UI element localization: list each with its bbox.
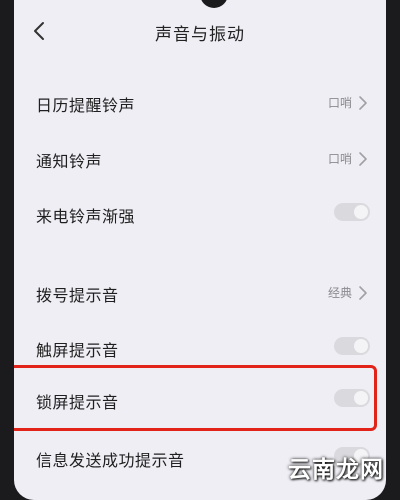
setting-touch-tone: 触屏提示音: [14, 325, 386, 369]
setting-calendar-ringtone[interactable]: 日历提醒铃声 口哨: [14, 80, 386, 124]
setting-label: 信息发送成功提示音: [36, 451, 185, 470]
phone-screen: 声音与振动 日历提醒铃声 口哨 通知铃声 口哨 来电铃声渐强 拨号提示音 经典 …: [14, 0, 386, 500]
chevron-right-icon: [359, 286, 367, 300]
chevron-right-icon: [359, 96, 367, 110]
setting-value: 经典: [327, 286, 352, 300]
setting-incoming-ring-crescendo: 来电铃声渐强: [14, 191, 386, 235]
setting-label: 来电铃声渐强: [36, 207, 136, 226]
setting-dial-tone[interactable]: 拨号提示音 经典: [14, 270, 386, 314]
setting-value: 口哨: [327, 96, 352, 110]
highlight-annotation-box: [14, 365, 377, 431]
toggle-knob: [354, 205, 368, 219]
chevron-right-icon: [359, 152, 367, 166]
page-title: 声音与振动: [155, 25, 245, 45]
toggle-knob: [354, 339, 368, 353]
setting-label: 拨号提示音: [36, 286, 119, 305]
setting-notification-ringtone[interactable]: 通知铃声 口哨: [14, 136, 386, 180]
crescendo-toggle[interactable]: [334, 203, 370, 221]
setting-value: 口哨: [327, 152, 352, 166]
setting-label: 日历提醒铃声: [36, 96, 136, 115]
header: 声音与振动: [14, 0, 386, 64]
touch-tone-toggle[interactable]: [334, 337, 370, 355]
setting-label: 通知铃声: [36, 152, 103, 171]
watermark: 云南龙网: [288, 457, 384, 483]
setting-label: 触屏提示音: [36, 341, 119, 360]
